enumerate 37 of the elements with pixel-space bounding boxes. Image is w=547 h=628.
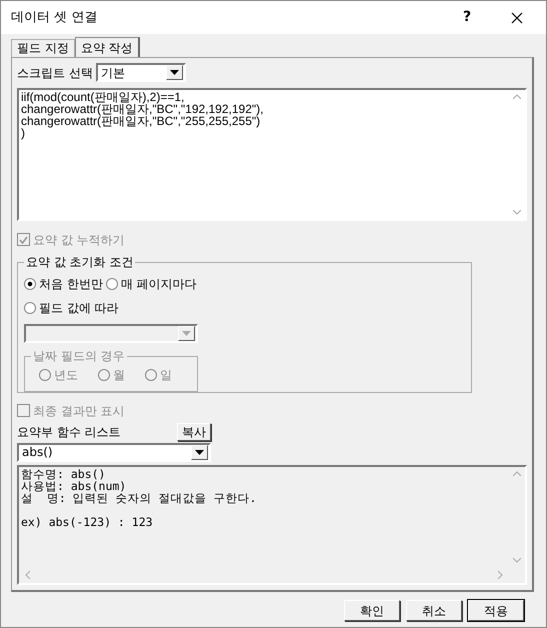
tab[interactable]: 필드 지정: [11, 39, 75, 57]
dialog-button[interactable]: 확인: [344, 600, 400, 621]
copy-button[interactable]: 복사: [177, 422, 211, 441]
dropdown-arrow-icon: [182, 330, 191, 336]
radio-label: 월: [113, 366, 125, 384]
dropdown-arrow-icon: [195, 450, 204, 455]
tab[interactable]: 요약 작성: [74, 37, 140, 57]
scroll-left-icon: [25, 571, 30, 579]
window-title: 데이터 셋 연결: [11, 8, 98, 27]
function-dropdown[interactable]: abs(): [17, 442, 211, 462]
close-icon: [511, 12, 523, 24]
radio-label: 처음 한번만: [39, 276, 103, 293]
dialog-button[interactable]: 취소: [406, 600, 462, 621]
scroll-down-icon: [513, 210, 521, 215]
radio-label: 필드 값에 따라: [39, 300, 119, 317]
radio-button[interactable]: [106, 278, 118, 290]
dropdown-arrow-icon: [170, 70, 179, 75]
radio-button[interactable]: [24, 278, 36, 290]
radio-label: 매 페이지마다: [120, 276, 197, 293]
scroll-right-icon: [498, 571, 503, 579]
script-dropdown[interactable]: 기본: [96, 63, 186, 82]
radio-label: 년도: [54, 366, 78, 384]
radio-label: 일: [160, 366, 172, 384]
checkbox-label: 최종 결과만 표시: [33, 402, 125, 420]
group-title: 날짜 필드의 경우: [31, 348, 127, 363]
checkbox-label: 요약 값 누적하기: [33, 232, 125, 249]
group-title: 요약 값 초기화 조건: [24, 254, 136, 269]
field-label: 요약부 함수 리스트: [17, 424, 121, 441]
radio-button[interactable]: [24, 302, 36, 314]
help-button[interactable]: ?: [444, 7, 490, 28]
dialog-button[interactable]: 적용: [468, 600, 524, 621]
description-text: 함수명: abs() 사용법: abs(num) 설 명: 입력된 숫자의 절대값을 구한다. ex) abs(-123) : 123: [20, 466, 258, 531]
scroll-down-icon: [513, 558, 521, 563]
field-label: 스크립트 선택: [17, 64, 93, 82]
scroll-up-icon: [513, 94, 521, 99]
checkmark-icon: [19, 236, 28, 244]
scroll-up-icon: [513, 470, 521, 476]
